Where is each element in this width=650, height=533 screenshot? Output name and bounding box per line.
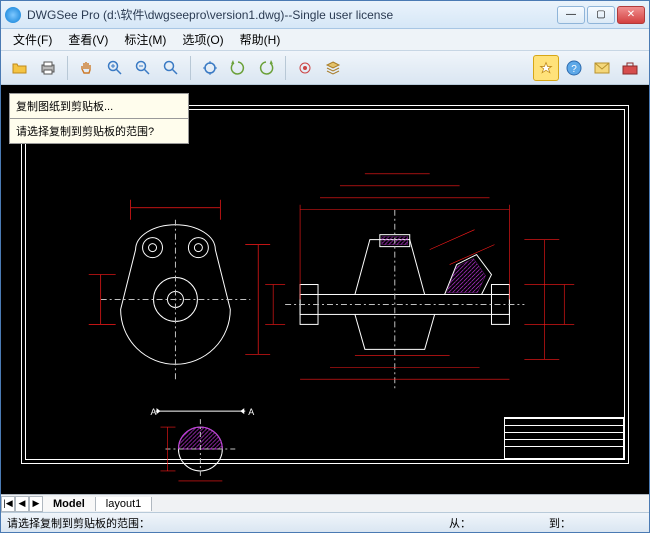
printer-icon[interactable] (35, 55, 61, 81)
menu-options[interactable]: 选项(O) (174, 29, 231, 50)
target-icon[interactable] (292, 55, 318, 81)
star-icon[interactable] (533, 55, 559, 81)
menu-file[interactable]: 文件(F) (5, 29, 60, 50)
clipboard-copy-tooltip: 复制图纸到剪贴板... 请选择复制到剪贴板的范围? (9, 93, 189, 144)
section-label-a-left: A (151, 407, 157, 417)
menu-view[interactable]: 查看(V) (60, 29, 116, 50)
separator (190, 56, 191, 80)
zoom-window-icon[interactable] (158, 55, 184, 81)
maximize-button[interactable]: ▢ (587, 6, 615, 24)
menu-annotate[interactable]: 标注(M) (116, 29, 174, 50)
svg-text:?: ? (571, 64, 577, 75)
tooltip-body: 请选择复制到剪贴板的范围? (10, 119, 188, 143)
window-controls: — ▢ ✕ (557, 6, 645, 24)
help-icon[interactable]: ? (561, 55, 587, 81)
mail-icon[interactable] (589, 55, 615, 81)
status-from-label: 从： (449, 515, 471, 531)
window-title: DWGSee Pro (d:\软件\dwgseepro\version1.dwg… (27, 6, 557, 23)
section-label-a-right: A (248, 407, 254, 417)
tab-model[interactable]: Model (43, 497, 96, 511)
tooltip-title: 复制图纸到剪贴板... (10, 94, 188, 119)
zoom-out-icon[interactable] (130, 55, 156, 81)
tab-nav-prev[interactable]: ◀ (15, 496, 29, 512)
open-folder-icon[interactable] (7, 55, 33, 81)
statusbar: 请选择复制到剪贴板的范围： 从： 到： (1, 512, 649, 532)
menubar: 文件(F) 查看(V) 标注(M) 选项(O) 帮助(H) (1, 29, 649, 51)
separator (285, 56, 286, 80)
rotate-ccw-icon[interactable] (225, 55, 251, 81)
toolbox-icon[interactable] (617, 55, 643, 81)
drawing-canvas[interactable]: A A 复制图纸到剪贴板... 请选择复制到剪贴板的范围? (1, 85, 649, 494)
app-window: DWGSee Pro (d:\软件\dwgseepro\version1.dwg… (0, 0, 650, 533)
hand-icon[interactable] (74, 55, 100, 81)
tab-layout1[interactable]: layout1 (96, 497, 152, 511)
titlebar: DWGSee Pro (d:\软件\dwgseepro\version1.dwg… (1, 1, 649, 29)
tab-nav-next[interactable]: ▶ (29, 496, 43, 512)
tab-nav-first[interactable]: |◀ (1, 496, 15, 512)
app-icon (5, 7, 21, 23)
status-to-label: 到： (549, 515, 571, 531)
layers-icon[interactable] (320, 55, 346, 81)
close-button[interactable]: ✕ (617, 6, 645, 24)
minimize-button[interactable]: — (557, 6, 585, 24)
cad-drawing: A A (1, 85, 649, 494)
status-prompt: 请选择复制到剪贴板的范围： (7, 515, 443, 531)
separator (67, 56, 68, 80)
zoom-in-icon[interactable] (102, 55, 128, 81)
layout-tabbar: |◀ ◀ ▶ Model layout1 (1, 494, 649, 512)
rotate-cw-icon[interactable] (253, 55, 279, 81)
toolbar: ? (1, 51, 649, 85)
menu-help[interactable]: 帮助(H) (232, 29, 289, 50)
zoom-extents-icon[interactable] (197, 55, 223, 81)
